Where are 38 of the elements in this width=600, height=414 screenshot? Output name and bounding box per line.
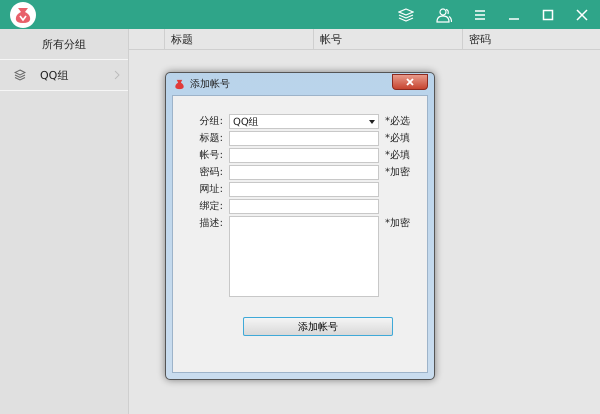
group-item[interactable]: QQ组 xyxy=(0,60,128,91)
description-field[interactable] xyxy=(229,216,379,297)
input-field[interactable] xyxy=(229,131,379,146)
field-label: 标题: xyxy=(198,132,223,146)
field-label: 帐号: xyxy=(198,148,223,163)
dialog-title: 添加帐号 xyxy=(190,78,230,91)
menu-icon[interactable] xyxy=(474,8,486,20)
column-header[interactable]: 标题 xyxy=(165,29,314,49)
money-bag-logo-icon xyxy=(10,2,36,28)
input-field[interactable] xyxy=(229,199,379,214)
input-field[interactable] xyxy=(229,148,379,163)
layers-icon[interactable] xyxy=(398,6,414,22)
column-header[interactable]: 密码 xyxy=(463,29,600,49)
group-dropdown[interactable]: QQ组 xyxy=(229,114,379,129)
field-note: *必填 xyxy=(385,148,411,163)
close-icon xyxy=(406,78,414,86)
field-note: *必填 xyxy=(385,132,411,146)
field-label: 绑定: xyxy=(198,200,223,214)
field-label: 密码: xyxy=(198,166,223,180)
close-button[interactable] xyxy=(392,74,428,90)
users-icon[interactable] xyxy=(436,6,452,22)
add-account-button[interactable]: 添加帐号 xyxy=(243,317,393,336)
layers-icon xyxy=(14,69,26,81)
field-note: *必选 xyxy=(385,114,411,129)
close-icon[interactable] xyxy=(576,8,588,20)
chevron-right-icon xyxy=(114,70,120,80)
money-bag-icon xyxy=(174,78,185,90)
field-label: 描述: xyxy=(198,216,223,231)
input-field[interactable] xyxy=(229,182,379,197)
sidebar-header: 所有分组 xyxy=(0,29,128,60)
input-field[interactable] xyxy=(229,165,379,180)
column-header[interactable]: 帐号 xyxy=(314,29,463,49)
field-note: *加密 xyxy=(385,166,411,180)
maximize-icon[interactable] xyxy=(542,8,554,20)
field-note: *加密 xyxy=(385,216,411,231)
field-label: 网址: xyxy=(198,182,223,197)
dropdown-arrow-icon xyxy=(369,120,375,124)
field-label: 分组: xyxy=(198,115,223,129)
